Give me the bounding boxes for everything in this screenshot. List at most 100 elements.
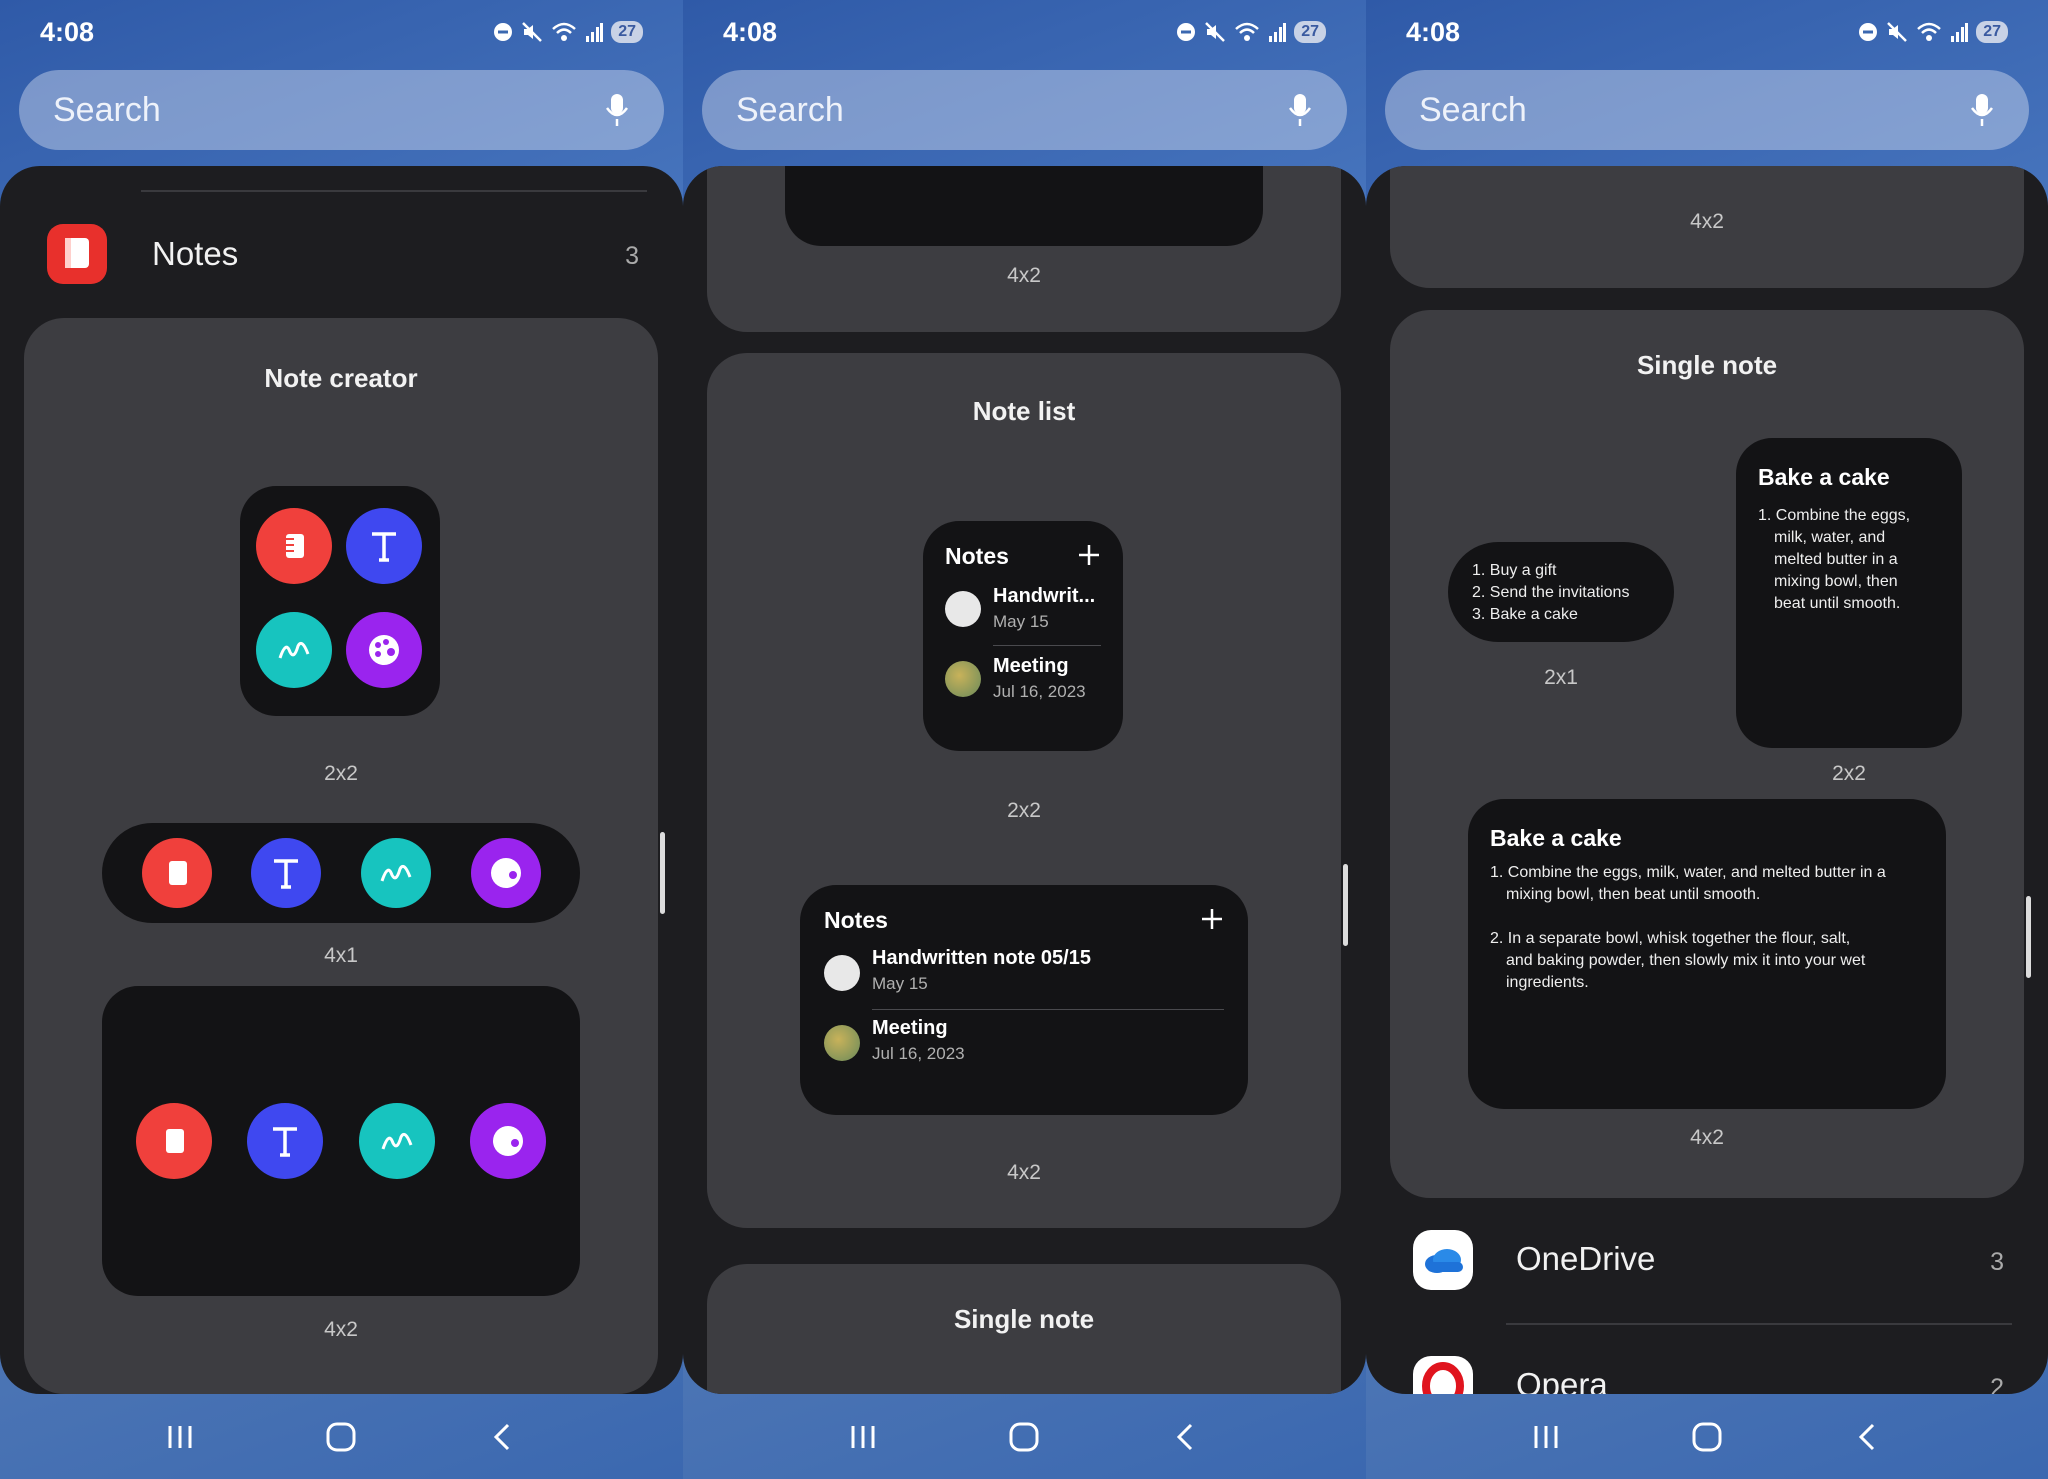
- signal-icon: [586, 23, 604, 42]
- status-icons: 27: [493, 21, 643, 43]
- panel-note-creator: 4:08 27 Search Notes 3 Note creator 2x2 …: [0, 0, 683, 1479]
- app-row-opera[interactable]: Opera 2: [1366, 1342, 2048, 1394]
- app-name: OneDrive: [1516, 1240, 1656, 1277]
- size-label: 2x2: [1832, 762, 1866, 785]
- widget-4x2[interactable]: Notes Handwritten note 05/15 May 15 Meet…: [800, 885, 1248, 1115]
- scrollbar[interactable]: [660, 832, 665, 914]
- card-single-note: Single note: [707, 1264, 1341, 1394]
- card-previous: 4x2: [1390, 166, 2024, 288]
- mute-icon: [522, 22, 543, 42]
- search-bar[interactable]: Search: [1385, 70, 2029, 150]
- mic-icon[interactable]: [1287, 92, 1313, 128]
- mic-icon[interactable]: [1969, 92, 1995, 128]
- divider: [1506, 1323, 2012, 1325]
- plus-icon[interactable]: [1200, 907, 1224, 931]
- signal-icon: [1951, 23, 1969, 42]
- recents-icon[interactable]: [848, 1422, 878, 1452]
- search-placeholder: Search: [53, 90, 161, 129]
- home-icon[interactable]: [1691, 1421, 1723, 1453]
- wifi-icon: [1235, 22, 1260, 41]
- list-item[interactable]: Handwritten note 05/15 May 15: [872, 947, 1091, 994]
- size-label: 2x2: [1007, 799, 1041, 822]
- widget-header: Notes: [824, 907, 888, 933]
- list-item[interactable]: Handwrit... May 15: [993, 585, 1095, 632]
- notes-icon: [136, 1103, 212, 1179]
- widget-count: 3: [625, 242, 639, 270]
- size-label: 4x2: [324, 1318, 358, 1341]
- note-line: beat until smooth.: [1774, 595, 1901, 612]
- note-line: 1. Combine the eggs, milk, water, and me…: [1490, 864, 1886, 881]
- scrollbar[interactable]: [1343, 864, 1348, 946]
- size-label: 2x2: [324, 762, 358, 785]
- widget-header: Notes: [945, 543, 1009, 569]
- mute-icon: [1205, 22, 1226, 42]
- card-note-list: Note list Notes Handwrit... May 15 Meeti…: [707, 353, 1341, 1228]
- app-name: Opera: [1516, 1366, 1608, 1394]
- nav-bar: [0, 1394, 683, 1479]
- opera-icon: [1413, 1356, 1473, 1394]
- mute-icon: [1887, 22, 1908, 42]
- handwriting-icon: [359, 1103, 435, 1179]
- home-icon[interactable]: [325, 1421, 357, 1453]
- notes-icon: [256, 508, 332, 584]
- list-item[interactable]: Meeting Jul 16, 2023: [993, 655, 1086, 702]
- back-icon[interactable]: [1171, 1422, 1201, 1452]
- widget-2x1[interactable]: 1. Buy a gift 2. Send the invitations 3.…: [1448, 542, 1674, 642]
- note-line: mixing bowl, then beat until smooth.: [1506, 886, 1761, 903]
- divider: [993, 645, 1101, 646]
- note-line: milk, water, and: [1774, 529, 1886, 546]
- scrollbar[interactable]: [2026, 896, 2031, 978]
- status-bar: 4:08 27: [723, 14, 1326, 50]
- mic-icon[interactable]: [604, 92, 630, 128]
- card-title: Single note: [1636, 350, 1778, 380]
- status-icons: 27: [1858, 21, 2008, 43]
- card-title: Note creator: [264, 363, 418, 393]
- back-icon[interactable]: [488, 1422, 518, 1452]
- list-item[interactable]: Meeting Jul 16, 2023: [872, 1017, 965, 1064]
- note-title: Bake a cake: [1490, 825, 1622, 851]
- size-label: 2x1: [1544, 666, 1578, 689]
- note-line: 1. Combine the eggs,: [1758, 507, 1911, 524]
- divider: [872, 1009, 1224, 1010]
- onedrive-icon: [1413, 1230, 1473, 1290]
- note-title: Bake a cake: [1758, 464, 1890, 490]
- widget-4x2[interactable]: [785, 166, 1263, 246]
- note-line: mixing bowl, then: [1774, 573, 1898, 590]
- wifi-icon: [552, 22, 577, 41]
- widget-2x2[interactable]: Notes Handwrit... May 15 Meeting Jul 16,…: [923, 521, 1123, 751]
- size-label: 4x1: [324, 944, 358, 967]
- note-line: melted butter in a: [1774, 551, 1898, 568]
- divider: [141, 190, 647, 192]
- text-icon: [346, 508, 422, 584]
- meeting-thumbnail: [945, 661, 981, 697]
- nav-bar: [1366, 1394, 2048, 1479]
- handwriting-icon: [256, 612, 332, 688]
- search-bar[interactable]: Search: [19, 70, 664, 150]
- widget-4x1[interactable]: [102, 823, 580, 923]
- recents-icon[interactable]: [165, 1422, 195, 1452]
- palette-icon: [470, 1103, 546, 1179]
- widget-4x2[interactable]: [102, 986, 580, 1296]
- app-row-onedrive[interactable]: OneDrive 3: [1366, 1216, 2048, 1306]
- size-label: 4x2: [1007, 1161, 1041, 1184]
- widget-sheet: 4x2 Note list Notes Handwrit... May 15 M…: [683, 166, 1366, 1394]
- dnd-icon: [1177, 23, 1196, 41]
- widget-count: 2: [1990, 1374, 2004, 1394]
- widget-2x2[interactable]: Bake a cake 1. Combine the eggs, milk, w…: [1736, 438, 1962, 748]
- recents-icon[interactable]: [1531, 1422, 1561, 1452]
- plus-icon[interactable]: [1077, 543, 1101, 567]
- status-time: 4:08: [723, 16, 778, 47]
- back-icon[interactable]: [1853, 1422, 1883, 1452]
- search-placeholder: Search: [736, 90, 844, 129]
- notes-app-icon: [47, 224, 107, 284]
- panel-note-list: 4:08 27 Search 4x2 Note list Notes Handw…: [683, 0, 1366, 1479]
- nav-bar: [683, 1394, 1366, 1479]
- widget-2x2[interactable]: [240, 486, 440, 716]
- handwriting-icon: [361, 838, 431, 908]
- search-bar[interactable]: Search: [702, 70, 1347, 150]
- home-icon[interactable]: [1008, 1421, 1040, 1453]
- card-previous: 4x2: [707, 166, 1341, 332]
- widget-4x2[interactable]: Bake a cake 1. Combine the eggs, milk, w…: [1468, 799, 1946, 1109]
- note-line: and baking powder, then slowly mix it in…: [1506, 952, 1866, 969]
- wifi-icon: [1917, 22, 1942, 41]
